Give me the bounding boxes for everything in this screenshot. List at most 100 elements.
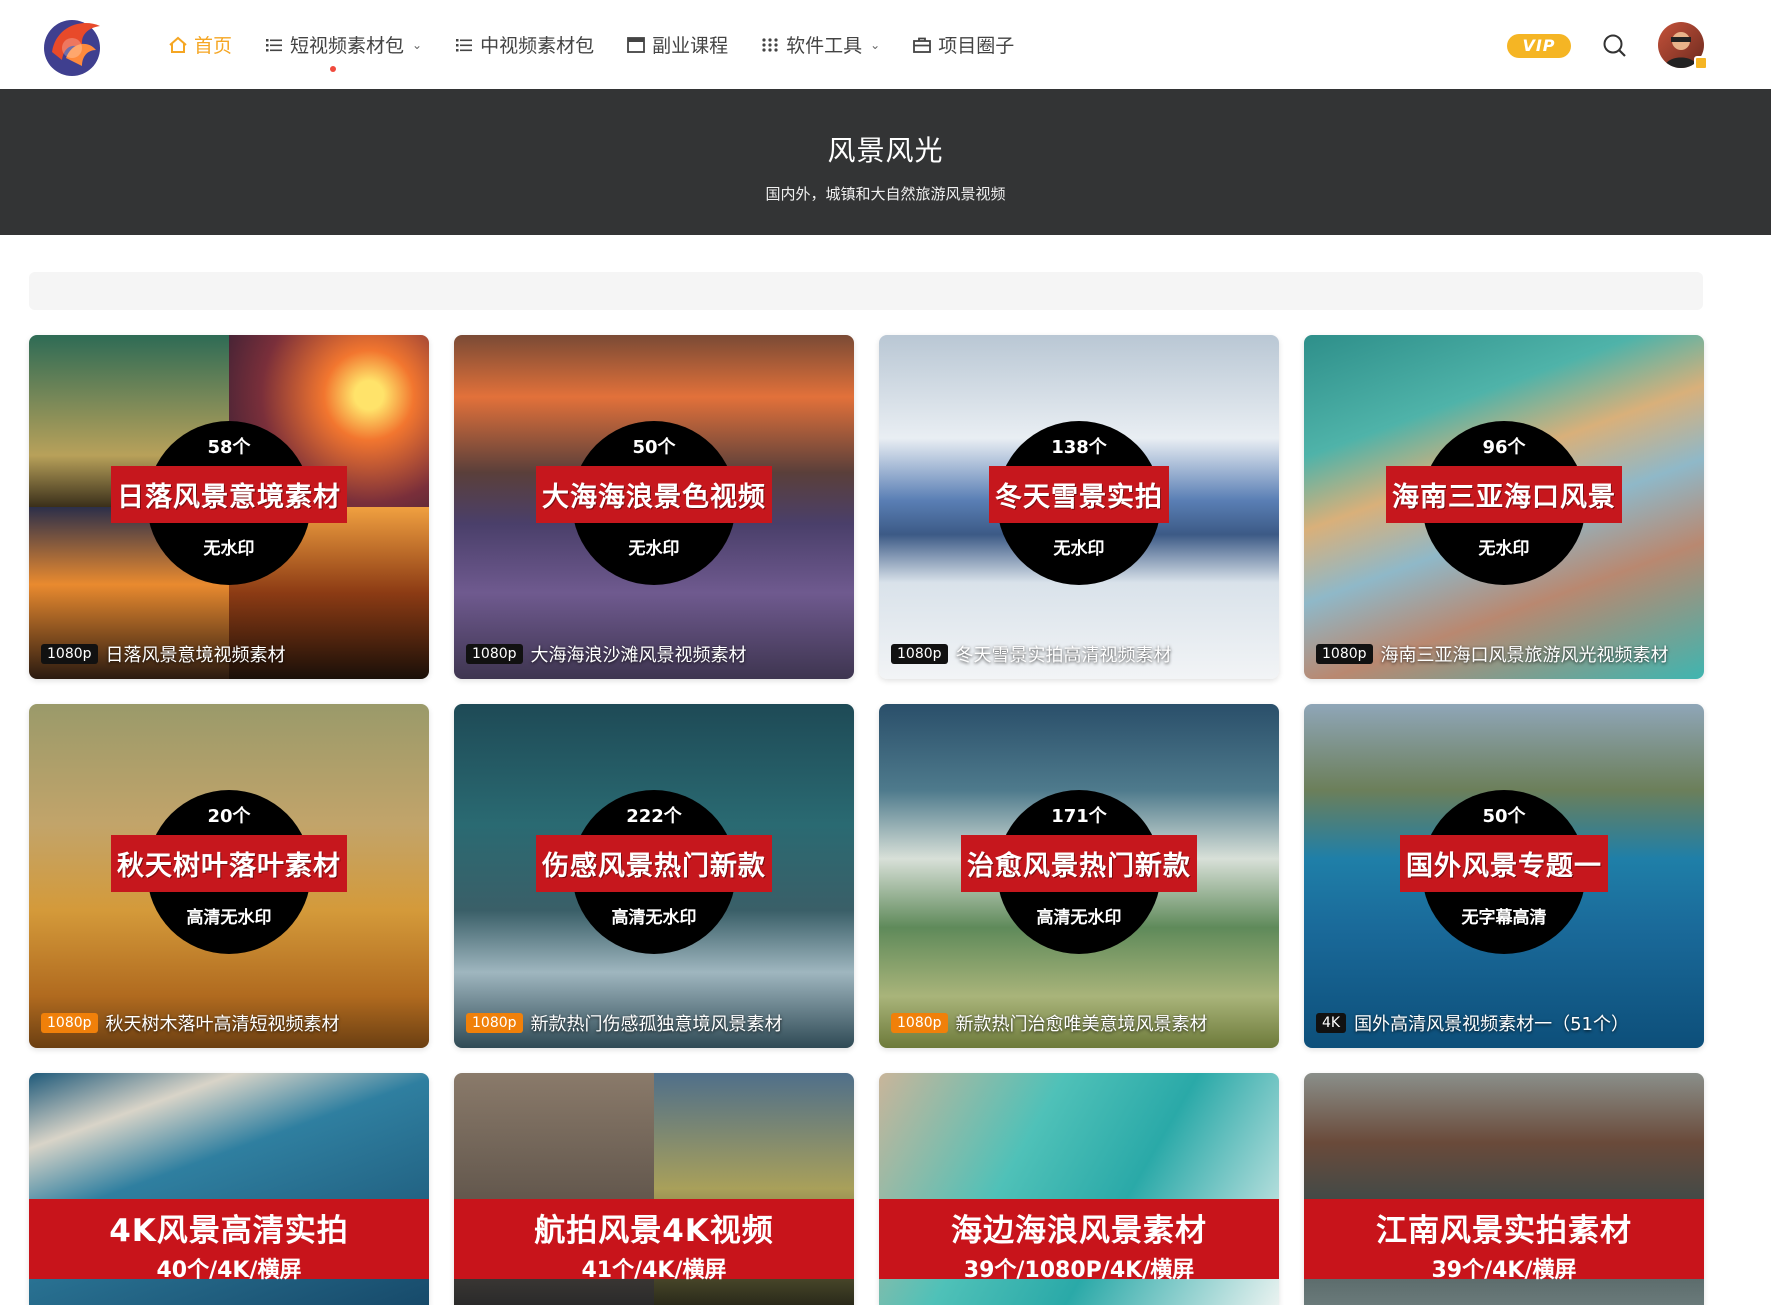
caption-text: 新款热门伤感孤独意境风景素材	[530, 1014, 783, 1035]
resolution-badge: 1080p	[41, 1013, 98, 1033]
chevron-down-icon: ⌄	[412, 37, 423, 52]
card-title: 海边海浪风景素材	[951, 1213, 1207, 1249]
nav-item-label: 首页	[194, 35, 233, 57]
nav-item-label: 软件工具	[786, 35, 863, 57]
resolution-badge: 1080p	[891, 1013, 948, 1033]
item-count: 50个	[1482, 806, 1526, 827]
item-count: 20个	[207, 806, 251, 827]
item-count: 96个	[1482, 437, 1526, 458]
card-title: 江南风景实拍素材	[1376, 1213, 1632, 1249]
nav-item-short-video[interactable]: 短视频素材包 ⌄	[264, 31, 423, 72]
video-card[interactable]: 96个 海南三亚海口风景 无水印 1080p 海南三亚海口风景旅游风光视频素材	[1304, 335, 1704, 679]
card-caption: 1080p 日落风景意境视频素材	[41, 641, 286, 667]
video-card[interactable]: 50个 大海海浪景色视频 无水印 1080p 大海海浪沙滩风景视频素材	[454, 335, 854, 679]
resolution-badge: 1080p	[466, 1013, 523, 1033]
vip-crown-icon	[1694, 56, 1708, 70]
resolution-badge: 1080p	[466, 644, 523, 664]
card-title-band: 海边海浪风景素材 39个/1080P/4K/横屏	[879, 1199, 1279, 1283]
item-count: 171个	[1051, 806, 1107, 827]
video-card[interactable]: 4K风景高清实拍 40个/4K/横屏	[29, 1073, 429, 1305]
grid-icon	[762, 37, 778, 52]
card-caption: 1080p 新款热门伤感孤独意境风景素材	[466, 1010, 783, 1036]
active-dot	[330, 66, 337, 72]
page-title: 风景风光	[827, 134, 944, 167]
page-subtitle: 国内外，城镇和大自然旅游风景视频	[765, 185, 1006, 203]
card-title: 秋天树叶落叶素材	[111, 835, 347, 892]
resolution-badge: 1080p	[41, 644, 98, 664]
caption-text: 日落风景意境视频素材	[105, 645, 286, 666]
card-title: 伤感风景热门新款	[536, 835, 772, 892]
nav-item-home[interactable]: 首页	[168, 31, 232, 58]
site-logo[interactable]	[38, 12, 110, 78]
resolution-badge: 1080p	[891, 644, 948, 664]
card-title: 日落风景意境素材	[111, 466, 347, 523]
video-card[interactable]: 58个 日落风景意境素材 无水印 1080p 日落风景意境视频素材	[29, 335, 429, 679]
video-card[interactable]: 171个 治愈风景热门新款 高清无水印 1080p 新款热门治愈唯美意境风景素材	[879, 704, 1279, 1048]
vip-badge[interactable]: VIP	[1507, 34, 1571, 58]
card-caption: 4K 国外高清风景视频素材一（51个）	[1316, 1010, 1629, 1036]
caption-text: 新款热门治愈唯美意境风景素材	[955, 1014, 1208, 1035]
search-icon[interactable]	[1602, 33, 1628, 59]
home-icon	[169, 36, 187, 53]
video-card[interactable]: 海边海浪风景素材 39个/1080P/4K/横屏	[879, 1073, 1279, 1305]
window-icon	[627, 36, 646, 53]
item-count: 58个	[207, 437, 251, 458]
video-card[interactable]: 20个 秋天树叶落叶素材 高清无水印 1080p 秋天树木落叶高清短视频素材	[29, 704, 429, 1048]
card-subtitle: 高清无水印	[611, 908, 697, 928]
card-subtitle: 无字幕高清	[1461, 908, 1547, 928]
card-caption: 1080p 大海海浪沙滩风景视频素材	[466, 641, 747, 667]
nav-item-circle[interactable]: 项目圈子	[912, 31, 1014, 58]
video-card[interactable]: 138个 冬天雪景实拍 无水印 1080p 冬天雪景实拍高清视频素材	[879, 335, 1279, 679]
caption-text: 秋天树木落叶高清短视频素材	[105, 1014, 340, 1035]
top-navbar: 首页 短视频素材包 ⌄ 中视频素材包 副业课程 软件工具 ⌄ 项目圈子 VIP	[0, 0, 1771, 89]
caption-text: 冬天雪景实拍高清视频素材	[955, 645, 1172, 666]
card-subtitle: 40个/4K/横屏	[156, 1258, 302, 1283]
video-card[interactable]: 222个 伤感风景热门新款 高清无水印 1080p 新款热门伤感孤独意境风景素材	[454, 704, 854, 1048]
nav-item-tools[interactable]: 软件工具 ⌄	[760, 31, 880, 58]
nav-item-mid-video[interactable]: 中视频素材包	[454, 31, 594, 58]
card-subtitle: 无水印	[203, 539, 255, 559]
card-title: 4K风景高清实拍	[109, 1213, 349, 1249]
item-count: 50个	[632, 437, 676, 458]
video-card[interactable]: 江南风景实拍素材 39个/4K/横屏	[1304, 1073, 1704, 1305]
card-title: 治愈风景热门新款	[961, 835, 1197, 892]
card-title-band: 江南风景实拍素材 39个/4K/横屏	[1304, 1199, 1704, 1283]
nav-item-label: 副业课程	[652, 35, 729, 57]
card-caption: 1080p 秋天树木落叶高清短视频素材	[41, 1010, 340, 1036]
card-title-band: 航拍风景4K视频 41个/4K/横屏	[454, 1199, 854, 1283]
card-title: 大海海浪景色视频	[536, 466, 772, 523]
resolution-badge: 1080p	[1316, 644, 1373, 664]
item-count: 138个	[1051, 437, 1107, 458]
card-caption: 1080p 海南三亚海口风景旅游风光视频素材	[1316, 641, 1669, 667]
caption-text: 海南三亚海口风景旅游风光视频素材	[1380, 645, 1669, 666]
caption-text: 国外高清风景视频素材一（51个）	[1354, 1014, 1629, 1035]
card-subtitle: 高清无水印	[186, 908, 272, 928]
nav-item-label: 项目圈子	[938, 35, 1015, 57]
card-subtitle: 高清无水印	[1036, 908, 1122, 928]
card-subtitle: 无水印	[1053, 539, 1105, 559]
card-subtitle: 41个/4K/横屏	[581, 1258, 727, 1283]
card-caption: 1080p 冬天雪景实拍高清视频素材	[891, 641, 1172, 667]
video-card[interactable]: 航拍风景4K视频 41个/4K/横屏	[454, 1073, 854, 1305]
card-title: 航拍风景4K视频	[534, 1213, 774, 1249]
nav-item-label: 中视频素材包	[480, 35, 595, 57]
chevron-down-icon: ⌄	[870, 37, 881, 52]
card-subtitle: 无水印	[628, 539, 680, 559]
caption-text: 大海海浪沙滩风景视频素材	[530, 645, 747, 666]
resolution-badge: 4K	[1316, 1013, 1347, 1033]
card-title: 国外风景专题一	[1400, 835, 1608, 892]
card-subtitle: 无水印	[1478, 539, 1530, 559]
item-count: 222个	[626, 806, 682, 827]
card-title-band: 4K风景高清实拍 40个/4K/横屏	[29, 1199, 429, 1283]
category-banner: 风景风光 国内外，城镇和大自然旅游风景视频	[0, 89, 1771, 235]
card-caption: 1080p 新款热门治愈唯美意境风景素材	[891, 1010, 1208, 1036]
main-nav: 首页 短视频素材包 ⌄ 中视频素材包 副业课程 软件工具 ⌄ 项目圈子	[168, 0, 1046, 89]
video-card[interactable]: 50个 国外风景专题一 无字幕高清 4K 国外高清风景视频素材一（51个）	[1304, 704, 1704, 1048]
list-icon	[456, 38, 473, 51]
card-title: 海南三亚海口风景	[1386, 466, 1622, 523]
briefcase-icon	[913, 37, 932, 53]
card-title: 冬天雪景实拍	[989, 466, 1169, 523]
nav-item-label: 短视频素材包	[290, 35, 405, 57]
filter-bar	[29, 272, 1703, 310]
nav-item-courses[interactable]: 副业课程	[626, 31, 728, 58]
